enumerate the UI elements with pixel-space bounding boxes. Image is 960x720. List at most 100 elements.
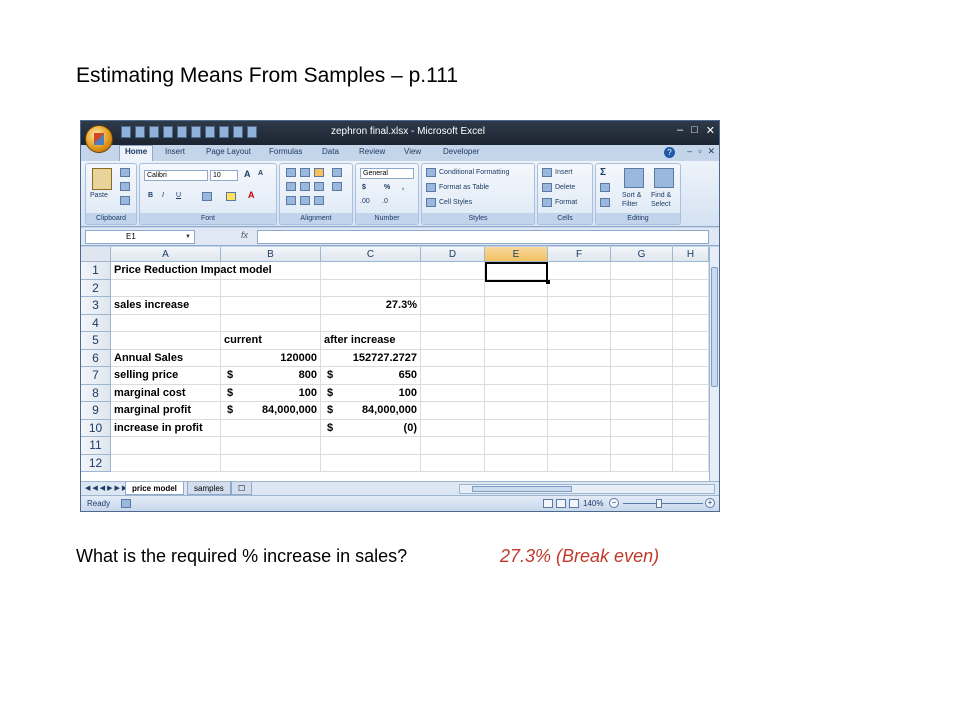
zoom-out-icon[interactable]: −	[609, 498, 619, 508]
cell-f5[interactable]	[548, 332, 611, 350]
row-header[interactable]: 8	[81, 384, 111, 402]
horizontal-scroll-thumb[interactable]	[472, 486, 572, 492]
find-select-button[interactable]: Find &	[651, 192, 671, 199]
merge-icon[interactable]	[332, 182, 342, 191]
tab-insert[interactable]: Insert	[165, 147, 185, 156]
cell-e7[interactable]	[485, 367, 548, 385]
cell-b7[interactable]: $800	[221, 367, 321, 385]
cell-c4[interactable]	[321, 314, 421, 332]
cell-h11[interactable]	[673, 437, 709, 455]
row-header[interactable]: 11	[81, 437, 111, 455]
row-header[interactable]: 9	[81, 402, 111, 420]
cell-e3[interactable]	[485, 297, 548, 315]
cell-e8[interactable]	[485, 384, 548, 402]
cell-c1[interactable]	[321, 262, 421, 280]
cell-g5[interactable]	[611, 332, 673, 350]
grow-font-icon[interactable]: A	[244, 169, 254, 179]
cell-f11[interactable]	[548, 437, 611, 455]
cell-c7[interactable]: $650	[321, 367, 421, 385]
cell-a1[interactable]: Price Reduction Impact model	[111, 262, 272, 280]
column-header-f[interactable]: F	[548, 247, 611, 262]
cell-c5[interactable]: after increase	[321, 332, 421, 350]
column-header-b[interactable]: B	[221, 247, 321, 262]
name-box[interactable]: E1	[85, 230, 195, 244]
cell-f9[interactable]	[548, 402, 611, 420]
cell-b4[interactable]	[221, 314, 321, 332]
wrap-text-icon[interactable]	[332, 168, 342, 177]
tab-view[interactable]: View	[404, 147, 421, 156]
cell-a6[interactable]: Annual Sales	[111, 349, 221, 367]
increase-indent-icon[interactable]	[300, 196, 310, 205]
currency-button[interactable]: $	[362, 184, 366, 191]
cell-a11[interactable]	[111, 437, 221, 455]
align-bottom-icon[interactable]	[314, 168, 324, 177]
italic-button[interactable]: I	[162, 192, 164, 199]
cell-c2[interactable]	[321, 279, 421, 297]
decrease-decimal-button[interactable]: .0	[382, 198, 388, 205]
conditional-formatting-button[interactable]: Conditional Formatting	[439, 169, 509, 176]
cell-f8[interactable]	[548, 384, 611, 402]
number-format-select[interactable]: General	[360, 168, 414, 179]
comma-button[interactable]: ,	[402, 184, 404, 191]
cell-a2[interactable]	[111, 279, 221, 297]
tab-page-layout[interactable]: Page Layout	[206, 147, 251, 156]
cut-icon[interactable]	[120, 168, 130, 177]
row-header[interactable]: 5	[81, 332, 111, 350]
cell-b1[interactable]	[221, 262, 321, 280]
tab-data[interactable]: Data	[322, 147, 339, 156]
cell-f12[interactable]	[548, 454, 611, 472]
cell-e5[interactable]	[485, 332, 548, 350]
cell-f4[interactable]	[548, 314, 611, 332]
format-painter-icon[interactable]	[120, 196, 130, 205]
preview-icon[interactable]	[233, 126, 243, 138]
formula-input[interactable]	[257, 230, 709, 244]
cell-a5[interactable]	[111, 332, 221, 350]
page-layout-view-icon[interactable]	[556, 499, 566, 508]
cell-g1[interactable]	[611, 262, 673, 280]
page-break-view-icon[interactable]	[569, 499, 579, 508]
cell-f7[interactable]	[548, 367, 611, 385]
select-label[interactable]: Select	[651, 201, 670, 208]
check-icon[interactable]	[163, 126, 173, 138]
font-color-icon[interactable]: A	[248, 190, 258, 200]
select-all-corner[interactable]	[81, 247, 111, 262]
chevron-down-icon[interactable]: ▼	[185, 234, 191, 240]
sheet-tab-samples[interactable]: samples	[187, 482, 231, 495]
cell-f2[interactable]	[548, 279, 611, 297]
cell-g2[interactable]	[611, 279, 673, 297]
shrink-font-icon[interactable]: A	[258, 170, 268, 179]
customize-icon[interactable]	[247, 126, 257, 138]
cell-a12[interactable]	[111, 454, 221, 472]
row-header[interactable]: 7	[81, 367, 111, 385]
fill-icon[interactable]	[600, 183, 610, 192]
open-icon[interactable]	[205, 126, 215, 138]
cell-a4[interactable]	[111, 314, 221, 332]
cell-d4[interactable]	[421, 314, 485, 332]
cell-e9[interactable]	[485, 402, 548, 420]
cell-h5[interactable]	[673, 332, 709, 350]
cell-a3[interactable]: sales increase	[111, 297, 221, 315]
cell-f1[interactable]	[548, 262, 611, 280]
cell-d9[interactable]	[421, 402, 485, 420]
cell-b2[interactable]	[221, 279, 321, 297]
cell-h2[interactable]	[673, 279, 709, 297]
cell-a8[interactable]: marginal cost	[111, 384, 221, 402]
align-middle-icon[interactable]	[300, 168, 310, 177]
tab-home[interactable]: Home	[119, 145, 154, 161]
cell-d10[interactable]	[421, 419, 485, 437]
row-header[interactable]: 10	[81, 419, 111, 437]
sort-filter-button[interactable]: Sort &	[622, 192, 641, 199]
cell-f10[interactable]	[548, 419, 611, 437]
chart-icon[interactable]	[191, 126, 201, 138]
cell-c11[interactable]	[321, 437, 421, 455]
font-name-select[interactable]: Calibri	[144, 170, 208, 181]
cell-g7[interactable]	[611, 367, 673, 385]
cell-c3[interactable]: 27.3%	[321, 297, 421, 315]
cell-e4[interactable]	[485, 314, 548, 332]
cell-d3[interactable]	[421, 297, 485, 315]
cell-b3[interactable]	[221, 297, 321, 315]
active-cell[interactable]	[485, 262, 550, 284]
bold-button[interactable]: B	[148, 192, 153, 199]
format-button[interactable]: Format	[555, 199, 577, 206]
orientation-icon[interactable]	[314, 196, 324, 205]
